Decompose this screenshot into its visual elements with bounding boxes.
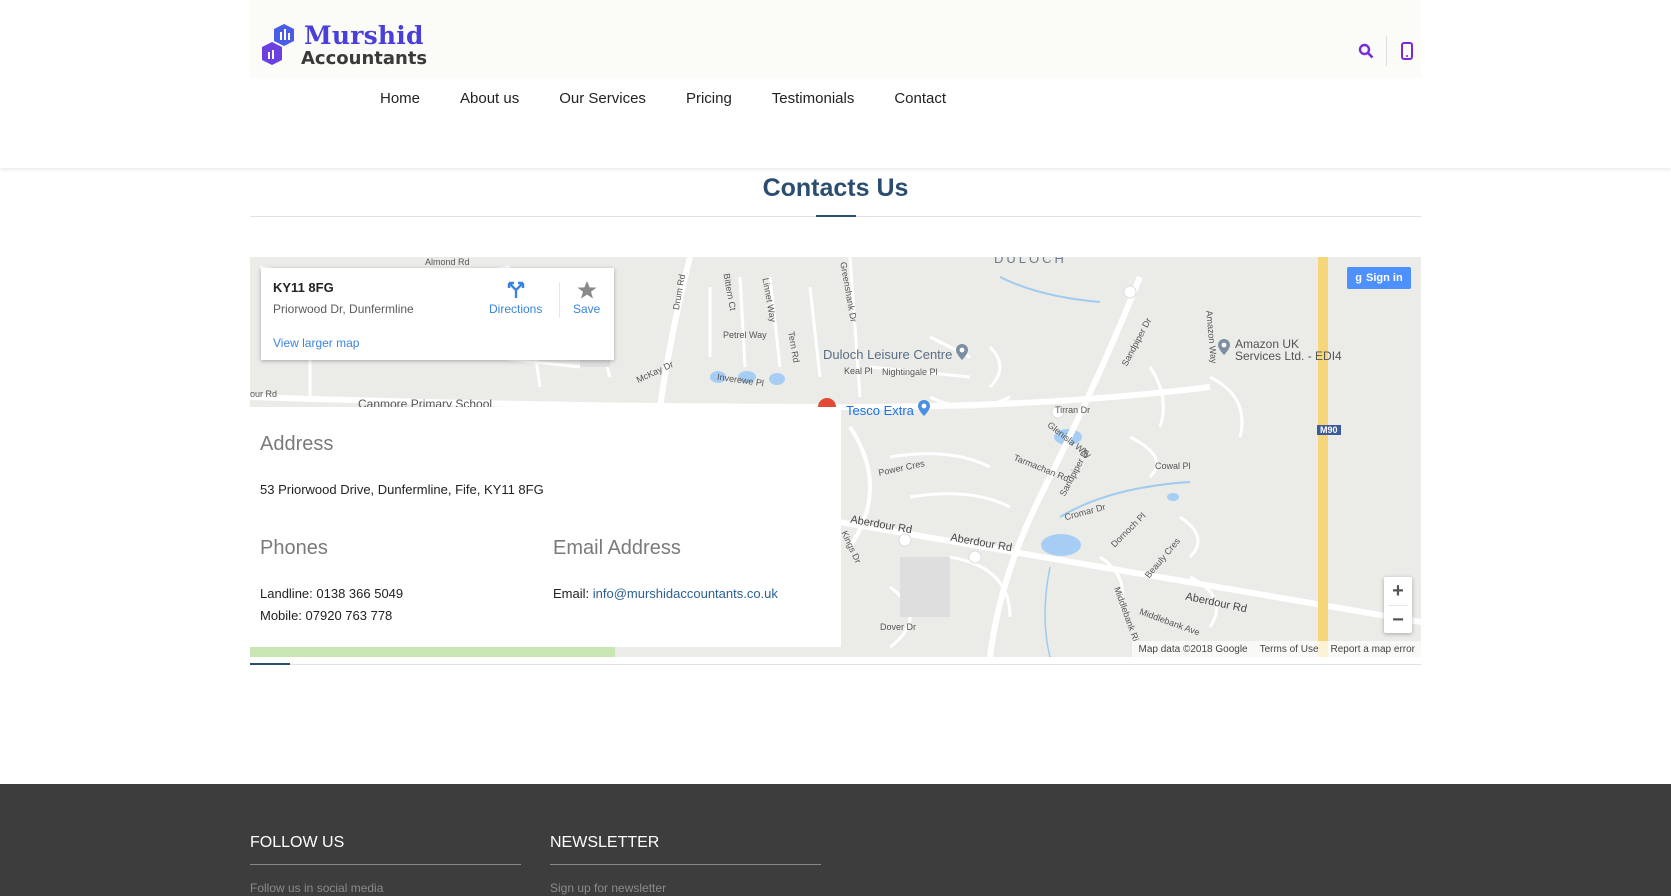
map-area-label: DULOCH <box>994 257 1067 266</box>
map-data-credit: Map data ©2018 Google <box>1138 643 1248 655</box>
map-green-area <box>250 647 615 657</box>
directions-button[interactable]: Directions <box>489 280 542 316</box>
street-m90: M90 <box>1317 425 1341 435</box>
main-nav: Home About us Our Services Pricing Testi… <box>380 90 986 107</box>
street-nightingale: Nightingale Pl <box>882 367 938 377</box>
directions-label: Directions <box>489 302 543 316</box>
card-divider <box>559 282 560 318</box>
page-title: Contacts Us <box>762 174 909 202</box>
street-petrel: Petrel Way <box>723 330 767 340</box>
google-map[interactable]: DULOCH Almond Rd Petrel Way McKay Dr Inv… <box>250 257 1421 657</box>
address-heading: Address <box>260 433 334 455</box>
directions-icon <box>507 281 524 298</box>
terms-of-use-link[interactable]: Terms of Use <box>1260 644 1319 655</box>
map-card-postcode: KY11 8FG <box>273 280 334 295</box>
map-attribution: Map data ©2018 Google Terms of Use Repor… <box>1132 641 1421 657</box>
nav-contact[interactable]: Contact <box>894 90 946 107</box>
nav-pricing[interactable]: Pricing <box>686 90 732 107</box>
nav-home[interactable]: Home <box>380 90 420 107</box>
title-accent <box>816 215 856 217</box>
map-bottom-divider <box>250 664 1421 665</box>
map-pin-icon <box>956 344 968 360</box>
footer: FOLLOW US Follow us in social media NEWS… <box>0 784 1671 896</box>
footer-follow-us: FOLLOW US Follow us in social media <box>250 834 521 895</box>
poi-amazon-2[interactable]: Services Ltd. - EDI4 <box>1235 350 1342 362</box>
star-icon <box>577 281 597 299</box>
contact-info-panel: Address 53 Priorwood Drive, Dunfermline,… <box>250 407 841 647</box>
email-link[interactable]: info@murshidaccountants.co.uk <box>593 586 778 601</box>
street-our-rd: our Rd <box>250 389 278 399</box>
phone-icon[interactable] <box>1393 37 1421 65</box>
brand-name-2: Accountants <box>301 48 428 69</box>
zoom-controls: + − <box>1384 577 1412 633</box>
search-icon[interactable] <box>1352 37 1380 65</box>
map-info-card: KY11 8FG Priorwood Dr, Dunfermline View … <box>261 268 614 360</box>
nav-about-us[interactable]: About us <box>460 90 519 107</box>
zoom-out-button[interactable]: − <box>1384 606 1412 634</box>
view-larger-map-link[interactable]: View larger map <box>273 336 359 350</box>
poi-tesco-extra[interactable]: Tesco Extra <box>846 403 914 418</box>
header-icons <box>1352 34 1421 68</box>
sign-in-label: Sign in <box>1366 272 1403 284</box>
street-dover: Dover Dr <box>880 622 917 632</box>
mobile-text: Mobile: 07920 763 778 <box>260 608 393 623</box>
logo-hex-icon <box>262 24 294 65</box>
map-pin-icon <box>918 400 930 416</box>
follow-us-heading: FOLLOW US <box>250 834 521 865</box>
zoom-in-button[interactable]: + <box>1384 577 1412 605</box>
brand-logo[interactable]: Murshid Accountants <box>260 20 427 70</box>
nav-our-services[interactable]: Our Services <box>559 90 646 107</box>
report-map-error-link[interactable]: Report a map error <box>1331 644 1415 655</box>
map-pin-icon <box>1218 339 1230 355</box>
brand-name-1: Murshid <box>304 21 424 50</box>
nav-testimonials[interactable]: Testimonials <box>772 90 855 107</box>
landline-text: Landline: 0138 366 5049 <box>260 586 404 601</box>
street-keal: Keal Pl <box>844 366 873 376</box>
top-bar: Murshid Accountants <box>250 0 1421 78</box>
email-heading: Email Address <box>553 537 681 559</box>
save-label: Save <box>573 302 601 316</box>
google-plus-icon: g <box>1355 272 1363 284</box>
sign-in-button[interactable]: g Sign in <box>1347 267 1411 289</box>
email-line: Email: info@murshidaccountants.co.uk <box>553 586 778 601</box>
street-almond: Almond Rd <box>425 257 470 267</box>
footer-newsletter: NEWSLETTER Sign up for newsletter <box>550 834 821 895</box>
phones-heading: Phones <box>260 537 328 559</box>
email-label: Email: <box>553 586 593 601</box>
map-card-street: Priorwood Dr, Dunfermline <box>273 302 414 316</box>
address-text: 53 Priorwood Drive, Dunfermline, Fife, K… <box>260 482 544 497</box>
street-cowal: Cowal Pl <box>1155 461 1191 471</box>
save-button[interactable]: Save <box>573 280 600 316</box>
newsletter-subtext: Sign up for newsletter <box>550 881 667 895</box>
follow-us-subtext: Follow us in social media <box>250 881 384 895</box>
street-tirran: Tirran Dr <box>1055 405 1091 415</box>
map-bottom-accent <box>250 663 290 665</box>
poi-duloch-leisure[interactable]: Duloch Leisure Centre <box>823 347 952 362</box>
header-divider <box>1386 36 1387 66</box>
newsletter-heading: NEWSLETTER <box>550 834 821 865</box>
